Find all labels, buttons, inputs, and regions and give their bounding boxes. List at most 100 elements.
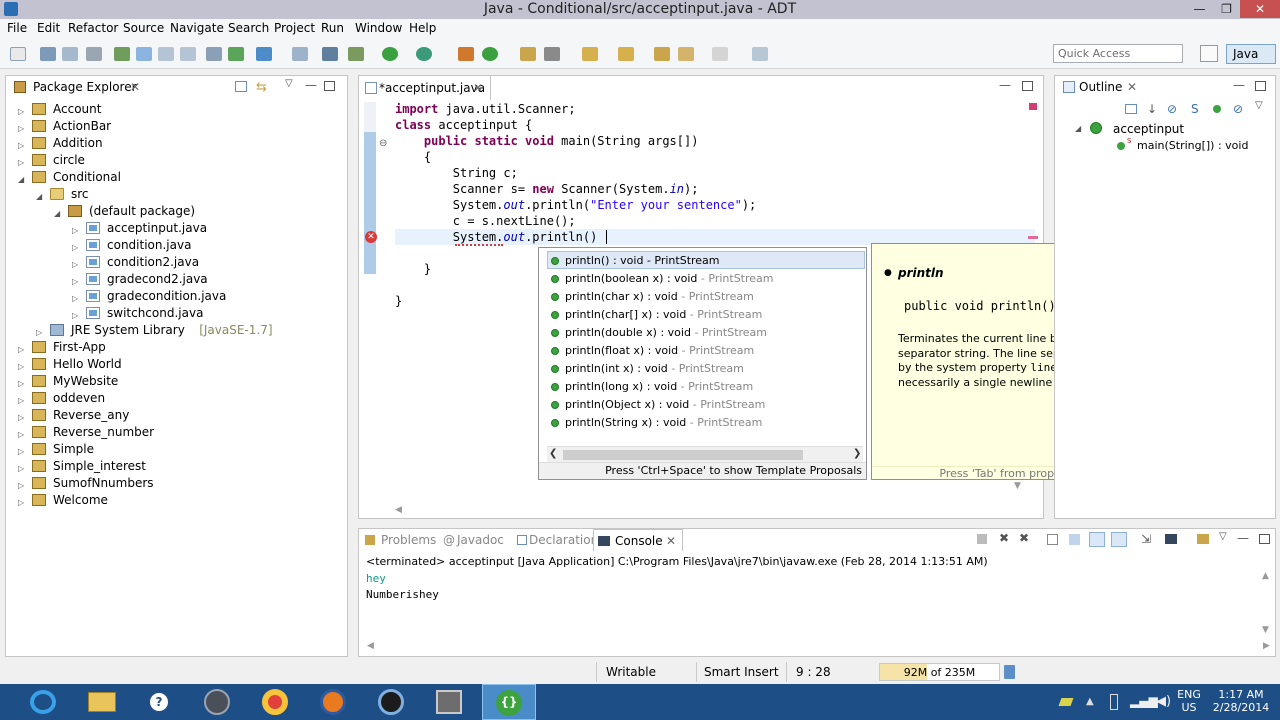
minimize-button[interactable]: — (1186, 0, 1213, 18)
block-selection-icon[interactable] (180, 47, 196, 61)
menu-run[interactable]: Run (321, 21, 344, 35)
media-player-icon[interactable] (364, 684, 418, 720)
expand-class-icon[interactable]: ◢ (1075, 124, 1081, 133)
run-icon[interactable] (382, 47, 398, 61)
heap-status[interactable]: 92M of 235M (879, 663, 1000, 681)
tab-declaration[interactable]: Declaration (515, 529, 598, 551)
proposal-item[interactable]: println(char x) : void - PrintStream (547, 288, 865, 306)
close-console-icon[interactable]: ✕ (666, 530, 676, 552)
scroll-left-icon[interactable]: ◀ (395, 505, 402, 515)
expand-arrow-icon[interactable]: ▷ (18, 461, 24, 477)
tab-package-explorer[interactable]: Package Explorer ✕ (12, 76, 142, 98)
tab-outline[interactable]: Outline ✕ (1061, 76, 1141, 98)
quick-access-input[interactable]: Quick Access (1053, 44, 1183, 63)
menu-project[interactable]: Project (274, 21, 315, 35)
proposal-item[interactable]: println(char[] x) : void - PrintStream (547, 306, 865, 324)
internet-explorer-icon[interactable] (14, 684, 68, 720)
close-view-icon[interactable]: ✕ (130, 76, 140, 98)
proposal-item[interactable]: println(double x) : void - PrintStream (547, 324, 865, 342)
tab-javadoc[interactable]: @ Javadoc (441, 529, 515, 551)
minimize-view-icon[interactable]: — (305, 78, 317, 92)
expand-arrow-icon[interactable]: ▷ (18, 410, 24, 426)
scroll-lock-icon[interactable] (1069, 534, 1080, 545)
remove-launch-icon[interactable]: ✖ (999, 531, 1009, 545)
menu-window[interactable]: Window (355, 21, 402, 35)
collapse-all-icon[interactable] (235, 81, 247, 92)
firefox-icon[interactable] (306, 684, 360, 720)
expand-arrow-icon[interactable]: ▷ (18, 427, 24, 443)
expand-arrow-icon[interactable]: ▷ (72, 257, 78, 273)
proposal-item[interactable]: println() : void - PrintStream (547, 252, 865, 270)
tools-icon[interactable] (422, 684, 476, 720)
menu-navigate[interactable]: Navigate (170, 21, 224, 35)
skip-breakpoints-icon[interactable] (322, 47, 338, 61)
view-menu-icon[interactable]: ▽ (285, 78, 293, 89)
console-scroll-up-icon[interactable]: ▲ (1262, 571, 1269, 581)
new-java-project-icon[interactable] (458, 47, 474, 61)
help-icon[interactable]: ? (132, 684, 186, 720)
tab-acceptinput-java[interactable]: *acceptinput.java ✕ (359, 76, 491, 100)
toggle-mark-occurrences-icon[interactable] (136, 47, 152, 61)
pin-editor-icon[interactable] (752, 47, 768, 61)
show-on-output-icon[interactable] (1089, 532, 1105, 547)
scroll-down-icon[interactable]: ▼ (1014, 481, 1021, 491)
collapse-arrow-icon[interactable]: ◢ (18, 172, 24, 188)
maximize-outline-icon[interactable] (1255, 81, 1266, 91)
menu-search[interactable]: Search (228, 21, 269, 35)
tab-problems[interactable]: Problems (363, 529, 439, 551)
link-with-editor-icon[interactable]: ⇆ (256, 80, 267, 95)
collapse-arrow-icon[interactable]: ◢ (54, 206, 60, 222)
new-icon[interactable] (10, 47, 26, 61)
expand-arrow-icon[interactable]: ▷ (18, 155, 24, 171)
expand-arrow-icon[interactable]: ▷ (72, 274, 78, 290)
expand-arrow-icon[interactable]: ▷ (72, 223, 78, 239)
close-button[interactable]: ✕ (1240, 0, 1280, 18)
menu-source[interactable]: Source (123, 21, 164, 35)
expand-arrow-icon[interactable]: ▷ (18, 478, 24, 494)
menu-file[interactable]: File (7, 21, 27, 35)
scroll-right-icon[interactable]: ❯ (853, 448, 861, 459)
horizontal-scrollbar[interactable]: ❮ ❯ (547, 446, 863, 462)
menu-refactor[interactable]: Refactor (68, 21, 118, 35)
tray-overflow-icon[interactable]: ▲ (1086, 696, 1094, 707)
display-console-icon[interactable] (1165, 534, 1177, 544)
console-scroll-down-icon[interactable]: ▼ (1262, 625, 1269, 635)
minimize-outline-icon[interactable]: — (1233, 78, 1245, 92)
scroll-left-icon[interactable]: ❮ (549, 448, 557, 459)
check-icon[interactable] (256, 47, 272, 61)
clear-console-icon[interactable] (1047, 534, 1058, 545)
hide-nonpublic-icon[interactable] (1213, 105, 1221, 113)
java-perspective-button[interactable]: Java (1226, 44, 1276, 64)
network-icon[interactable]: ▂▄▆ (1130, 694, 1158, 708)
avd-manager-icon[interactable] (228, 47, 244, 61)
expand-arrow-icon[interactable]: ▷ (18, 359, 24, 375)
maximize-button[interactable]: ❐ (1213, 0, 1240, 18)
close-editor-icon[interactable]: ✕ (473, 81, 483, 95)
debug-icon[interactable] (348, 47, 364, 61)
error-marker-icon[interactable]: ✕ (365, 231, 377, 243)
expand-arrow-icon[interactable]: ▷ (18, 342, 24, 358)
chrome-icon[interactable] (248, 684, 302, 720)
collapse-outline-icon[interactable] (1125, 104, 1137, 114)
hide-local-types-icon[interactable]: ⊘ (1233, 102, 1243, 116)
android-lint-icon[interactable] (206, 47, 222, 61)
search-icon[interactable] (544, 47, 560, 61)
maximize-view-icon[interactable] (324, 81, 335, 91)
expand-arrow-icon[interactable]: ▷ (72, 291, 78, 307)
proposal-item[interactable]: println(String x) : void - PrintStream (547, 414, 865, 432)
proposal-item[interactable]: println(Object x) : void - PrintStream (547, 396, 865, 414)
expand-arrow-icon[interactable]: ▷ (18, 138, 24, 154)
expand-arrow-icon[interactable]: ▷ (18, 495, 24, 511)
outline-method[interactable]: main(String[]) : void (1137, 139, 1248, 152)
tray-clock[interactable]: 1:17 AM 2/28/2014 (1208, 688, 1274, 714)
show-on-error-icon[interactable] (1111, 532, 1127, 547)
console-scroll-left-icon[interactable]: ◀ (367, 641, 374, 651)
close-outline-icon[interactable]: ✕ (1127, 76, 1137, 98)
pin-console-icon[interactable]: ⇲ (1141, 532, 1151, 546)
maximize-console-icon[interactable] (1259, 534, 1270, 544)
minimize-editor-icon[interactable]: — (999, 78, 1011, 92)
android-sdk-icon[interactable] (114, 47, 130, 61)
expand-arrow-icon[interactable]: ▷ (18, 393, 24, 409)
hide-fields-icon[interactable]: ⊘ (1167, 102, 1177, 116)
proposal-item[interactable]: println(float x) : void - PrintStream (547, 342, 865, 360)
